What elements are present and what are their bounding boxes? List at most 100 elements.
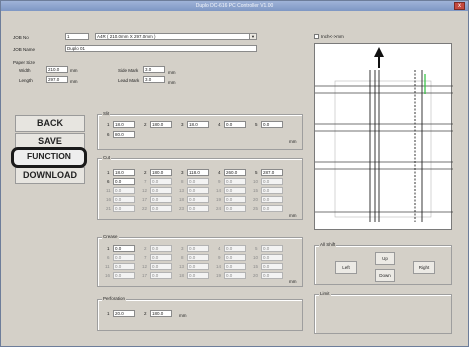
- slit-number: 1: [107, 122, 110, 127]
- cut-field-disabled: 0.0: [113, 187, 135, 194]
- cut-field-disabled: 0.0: [224, 205, 246, 212]
- window-title: Duplo DC-616 PC Controller V1.00: [195, 3, 274, 9]
- length-field[interactable]: 297.0: [46, 76, 68, 83]
- crease-number: 9: [218, 255, 221, 260]
- crease-field[interactable]: 0.0: [113, 245, 135, 252]
- crease-field-disabled: 0.0: [113, 263, 135, 270]
- cut-field[interactable]: 0.0: [113, 178, 135, 185]
- layout-preview: [314, 43, 453, 230]
- paper-outline: [334, 80, 432, 218]
- slit-field[interactable]: 0.0: [261, 121, 283, 128]
- feed-direction-arrow-icon: [374, 47, 384, 57]
- cut-field-disabled: 0.0: [224, 178, 246, 185]
- crease-unit: mm: [289, 279, 297, 284]
- cut-number: 16: [106, 197, 112, 202]
- paper-size-heading: Paper Size: [13, 60, 36, 65]
- crease-number: 15: [253, 264, 259, 269]
- slit-field[interactable]: 180.0: [150, 121, 172, 128]
- cut-number: 17: [142, 197, 148, 202]
- cut-number: 19: [216, 197, 222, 202]
- side-mark-unit: mm: [168, 70, 176, 75]
- crease-number: 3: [181, 246, 184, 251]
- cut-number: 1: [107, 170, 110, 175]
- download-button[interactable]: DOWNLOAD: [15, 167, 85, 184]
- cut-number: 14: [216, 188, 222, 193]
- crease-title: Crease: [102, 234, 119, 239]
- cut-number: 15: [253, 188, 259, 193]
- slit-field[interactable]: 80.0: [113, 131, 135, 138]
- close-icon[interactable]: x: [454, 2, 465, 10]
- perforation-field[interactable]: 20.0: [113, 310, 135, 317]
- job-no-field[interactable]: 1: [65, 33, 89, 40]
- cut-field[interactable]: 180.0: [150, 169, 172, 176]
- crease-number: 18: [179, 273, 185, 278]
- cut-field-disabled: 0.0: [150, 205, 172, 212]
- crease-number: 19: [216, 273, 222, 278]
- shift-left-button[interactable]: Left: [335, 261, 357, 274]
- shift-down-button[interactable]: Down: [375, 269, 395, 282]
- width-field[interactable]: 210.0: [46, 66, 68, 73]
- lead-mark-unit: mm: [168, 80, 176, 85]
- shift-right-button[interactable]: Right: [413, 261, 435, 274]
- length-label: Length: [19, 78, 33, 83]
- cut-field-disabled: 0.0: [150, 187, 172, 194]
- chevron-down-icon[interactable]: ▼: [249, 34, 256, 39]
- back-button[interactable]: BACK: [15, 115, 85, 132]
- slit-field[interactable]: 18.0: [113, 121, 135, 128]
- cut-number: 4: [218, 170, 221, 175]
- cut-field-disabled: 0.0: [261, 178, 283, 185]
- cut-number: 23: [179, 206, 185, 211]
- crease-field-disabled: 0.0: [150, 254, 172, 261]
- perforation-number: 1: [107, 311, 110, 316]
- slit-number: 3: [181, 122, 184, 127]
- cut-field-disabled: 0.0: [187, 178, 209, 185]
- lead-mark-field[interactable]: 3.0: [143, 76, 165, 83]
- cut-field-disabled: 0.0: [113, 196, 135, 203]
- paper-size-select[interactable]: A4R ( 210.0mm X 297.0mm ) ▼: [95, 33, 257, 40]
- cut-number: 9: [218, 179, 221, 184]
- limit-group: Limit: [314, 291, 452, 334]
- cut-field[interactable]: 287.0: [261, 169, 283, 176]
- shift-up-button[interactable]: Up: [375, 252, 395, 265]
- inch-mm-checkbox[interactable]: [314, 34, 319, 39]
- cut-field[interactable]: 118.0: [187, 169, 209, 176]
- length-unit: mm: [70, 79, 78, 84]
- cut-number: 22: [142, 206, 148, 211]
- crease-number: 7: [144, 255, 147, 260]
- slit-number: 6: [107, 132, 110, 137]
- crease-number: 8: [181, 255, 184, 260]
- job-name-label: JOB Name: [13, 47, 36, 52]
- cut-number: 25: [253, 206, 259, 211]
- crease-field-disabled: 0.0: [113, 272, 135, 279]
- crease-number: 12: [142, 264, 148, 269]
- feed-direction-arrow-stem: [378, 56, 380, 68]
- crease-field-disabled: 0.0: [224, 254, 246, 261]
- crease-field-disabled: 0.0: [150, 245, 172, 252]
- cut-field-disabled: 0.0: [150, 178, 172, 185]
- cut-field-disabled: 0.0: [150, 196, 172, 203]
- width-label: Width: [19, 68, 31, 73]
- cut-field[interactable]: 260.0: [224, 169, 246, 176]
- crease-field-disabled: 0.0: [261, 263, 283, 270]
- slit-field[interactable]: 18.0: [187, 121, 209, 128]
- crease-number: 1: [107, 246, 110, 251]
- crease-field-disabled: 0.0: [261, 254, 283, 261]
- app-window: Duplo DC-616 PC Controller V1.00 x JOB N…: [0, 0, 469, 347]
- cut-field-disabled: 0.0: [187, 196, 209, 203]
- layout-preview-svg: [315, 47, 453, 222]
- perforation-field[interactable]: 180.0: [150, 310, 172, 317]
- slit-title: Slit: [102, 111, 111, 116]
- crease-number: 2: [144, 246, 147, 251]
- crease-field-disabled: 0.0: [224, 245, 246, 252]
- cut-field-disabled: 0.0: [187, 187, 209, 194]
- function-button[interactable]: FUNCTION: [11, 147, 87, 168]
- cut-number: 3: [181, 170, 184, 175]
- perforation-unit: mm: [179, 313, 187, 318]
- slit-field[interactable]: 0.0: [224, 121, 246, 128]
- side-mark-field[interactable]: 3.0: [143, 66, 165, 73]
- job-name-field[interactable]: Duplo 01: [65, 45, 257, 52]
- crease-number: 6: [107, 255, 110, 260]
- limit-title: Limit: [319, 291, 331, 296]
- slit-number: 5: [255, 122, 258, 127]
- cut-field[interactable]: 18.0: [113, 169, 135, 176]
